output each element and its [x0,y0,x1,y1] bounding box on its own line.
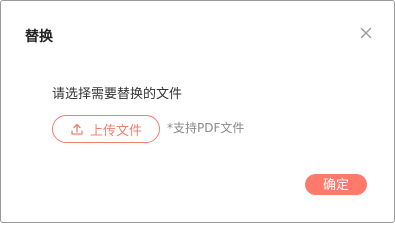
upload-button-label: 上传文件 [89,122,142,138]
upload-icon [70,122,84,136]
dialog-title: 替换 [25,29,53,45]
replace-dialog: 替换 请选择需要替换的文件 上传文件 *支持PDF文件 确定 [0,0,395,223]
supported-format-hint: *支持PDF文件 [167,121,245,135]
confirm-button[interactable]: 确定 [305,174,367,195]
close-icon [358,25,374,41]
upload-file-button[interactable]: 上传文件 [52,115,160,143]
file-prompt: 请选择需要替换的文件 [52,87,183,102]
close-button[interactable] [358,25,374,41]
